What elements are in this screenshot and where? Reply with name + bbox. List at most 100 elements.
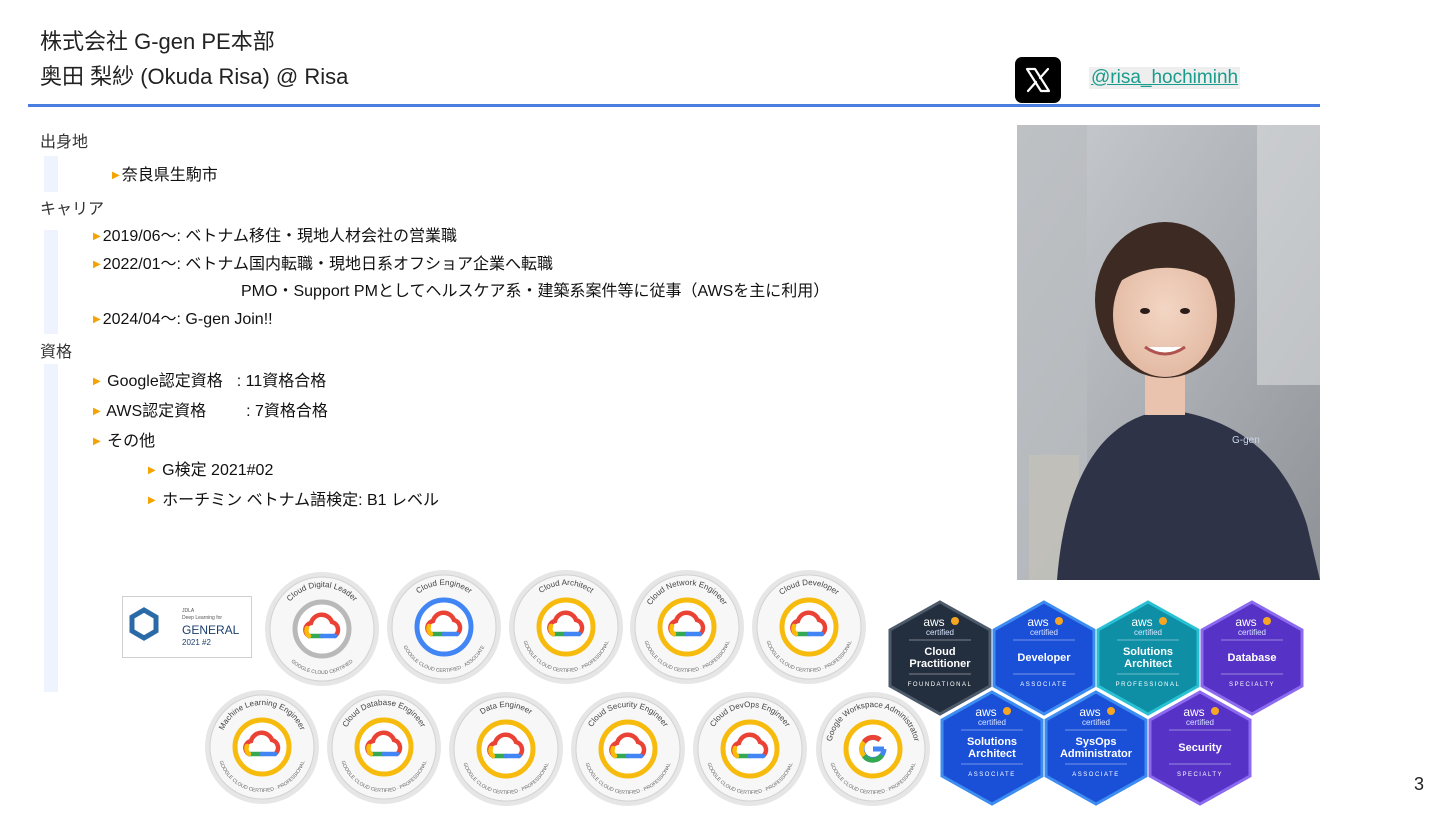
google-cert-badge: Cloud Engineer GOOGLE CLOUD CERTIFIED · A…	[385, 568, 503, 686]
hometown-item: ▶ 奈良県生駒市	[112, 161, 218, 185]
aws-badge-level: ASSOCIATE	[968, 772, 1015, 778]
aws-certified: certified	[1030, 628, 1058, 637]
aws-brand: aws	[1235, 615, 1256, 629]
cert-google-label: Google認定資格	[107, 373, 223, 390]
aws-check-icon	[951, 617, 959, 625]
aws-certified: certified	[1238, 628, 1266, 637]
google-cert-badge: Cloud Developer GOOGLE CLOUD CERTIFIED · …	[750, 568, 868, 686]
google-cert-badge: Cloud Database Engineer GOOGLE CLOUD CERT…	[325, 688, 443, 806]
career-text: 2019/06〜: ベトナム移住・現地人材会社の営業職	[102, 228, 457, 245]
aws-badge-title: SysOps	[1076, 736, 1117, 748]
aws-badge-level: SPECIALTY	[1177, 772, 1223, 778]
bullet-icon: ▶	[93, 376, 101, 387]
aws-badge-title: Cloud	[924, 646, 955, 658]
aws-badge-title: Database	[1228, 652, 1277, 664]
x-handle-link[interactable]: @risa_hochiminh	[1089, 67, 1241, 89]
aws-certified: certified	[978, 718, 1006, 727]
cert-aws: ▶ AWS認定資格 : 7資格合格	[93, 397, 328, 421]
aws-check-icon	[1003, 707, 1011, 715]
cert-other: ▶ その他	[93, 427, 155, 451]
bullet-icon: ▶	[148, 465, 156, 476]
aws-brand: aws	[1079, 705, 1100, 719]
google-cert-badge: Cloud DevOps Engineer GOOGLE CLOUD CERTIF…	[691, 690, 809, 808]
person-name: 奥田 梨紗 (Okuda Risa) @ Risa	[40, 64, 349, 89]
aws-check-icon	[1107, 707, 1115, 715]
aws-badge-level: ASSOCIATE	[1072, 772, 1119, 778]
aws-badge-title: Practitioner	[909, 658, 971, 670]
google-cert-badge: Cloud Architect GOOGLE CLOUD CERTIFIED · …	[507, 568, 625, 686]
google-cert-badge: Cloud Digital Leader GOOGLE CLOUD CERTIFI…	[263, 570, 381, 688]
bullet-icon: ▶	[93, 406, 101, 417]
gkentei-year: 2021 #2	[182, 638, 211, 647]
google-cert-badge: Cloud Security Engineer GOOGLE CLOUD CERT…	[569, 690, 687, 808]
aws-badge-title: Developer	[1017, 652, 1071, 664]
page-number: 3	[1414, 774, 1425, 794]
aws-certified: certified	[1134, 628, 1162, 637]
aws-brand: aws	[1183, 705, 1204, 719]
google-cert-badge: Data Engineer GOOGLE CLOUD CERTIFIED · PR…	[447, 690, 565, 808]
aws-cert-badge: aws certified SysOps Administrator ASSOCIATE	[1043, 690, 1149, 806]
career-subtext: PMO・Support PMとしてヘルスケア系・建築系案件等に従事（AWSを主に…	[241, 283, 830, 300]
header-divider	[28, 104, 1320, 107]
aws-badge-title: Security	[1178, 742, 1222, 754]
aws-badge-title: Solutions	[967, 736, 1017, 748]
aws-badge-title: Architect	[968, 748, 1016, 760]
career-item: ▶ 2019/06〜: ベトナム移住・現地人材会社の営業職	[93, 222, 457, 246]
career-item: ▶ 2024/04〜: G-gen Join!!	[93, 305, 273, 329]
aws-brand: aws	[923, 615, 944, 629]
cert-other-text: G検定 2021#02	[162, 462, 274, 479]
x-logo-icon[interactable]	[1015, 57, 1061, 103]
career-text: 2022/01〜: ベトナム国内転職・現地日系オフショア企業へ転職	[102, 256, 553, 273]
hometown-heading: 出身地	[40, 134, 89, 151]
accent-bar	[44, 156, 58, 192]
aws-brand: aws	[1027, 615, 1048, 629]
aws-brand: aws	[1131, 615, 1152, 629]
aws-badge-title: Solutions	[1123, 646, 1173, 658]
aws-check-icon	[1211, 707, 1219, 715]
cert-aws-label: AWS認定資格	[106, 403, 207, 420]
career-text: 2024/04〜: G-gen Join!!	[102, 311, 273, 328]
bullet-icon: ▶	[93, 259, 101, 270]
aws-badge-title: Administrator	[1060, 748, 1133, 760]
gkentei-badge: JDLA Deep Learning for GENERAL 2021 #2	[122, 596, 252, 658]
aws-badge-level: SPECIALTY	[1229, 682, 1275, 688]
aws-badge-level: ASSOCIATE	[1020, 682, 1067, 688]
aws-cert-badge: aws certified Security SPECIALTY	[1147, 690, 1253, 806]
bullet-icon: ▶	[112, 170, 120, 181]
aws-brand: aws	[975, 705, 996, 719]
aws-check-icon	[1159, 617, 1167, 625]
company-title: 株式会社 G-gen PE本部	[40, 29, 275, 54]
bullet-icon: ▶	[93, 436, 101, 447]
gkentei-top: JDLA	[182, 608, 195, 614]
gkentei-sub: Deep Learning for	[182, 615, 222, 621]
hometown-value: 奈良県生駒市	[121, 167, 218, 184]
aws-badge-title: Architect	[1124, 658, 1172, 670]
aws-certified: certified	[926, 628, 954, 637]
accent-bar	[44, 364, 58, 692]
cert-other-item: ▶ ホーチミン ベトナム語検定: B1 レベル	[148, 486, 439, 510]
google-cert-badge: Machine Learning Engineer GOOGLE CLOUD CE…	[203, 688, 321, 806]
gkentei-main: GENERAL	[182, 623, 240, 637]
cert-other-item: ▶ G検定 2021#02	[148, 456, 273, 480]
aws-certified: certified	[1186, 718, 1214, 727]
bullet-icon: ▶	[93, 231, 101, 242]
cert-heading: 資格	[40, 344, 73, 361]
profile-photo: G-gen	[1017, 125, 1320, 580]
aws-badge-level: PROFESSIONAL	[1116, 682, 1181, 688]
career-heading: キャリア	[40, 201, 105, 218]
accent-bar	[44, 230, 58, 334]
cert-google-value: : 11資格合格	[236, 373, 327, 390]
career-item: ▶ 2022/01〜: ベトナム国内転職・現地日系オフショア企業へ転職	[93, 250, 553, 274]
cert-google: ▶ Google認定資格 : 11資格合格	[93, 367, 326, 391]
cert-other-text: ホーチミン ベトナム語検定: B1 レベル	[162, 492, 440, 509]
google-cert-badge: Cloud Network Engineer GOOGLE CLOUD CERTI…	[628, 568, 746, 686]
aws-check-icon	[1263, 617, 1271, 625]
aws-certified: certified	[1082, 718, 1110, 727]
bullet-icon: ▶	[148, 495, 156, 506]
bullet-icon: ▶	[93, 314, 101, 325]
cert-other-label: その他	[107, 433, 156, 450]
aws-check-icon	[1055, 617, 1063, 625]
aws-badge-level: FOUNDATIONAL	[908, 682, 973, 688]
aws-cert-badge: aws certified Solutions Architect ASSOCIATE	[939, 690, 1045, 806]
cert-aws-value: : 7資格合格	[246, 403, 328, 420]
